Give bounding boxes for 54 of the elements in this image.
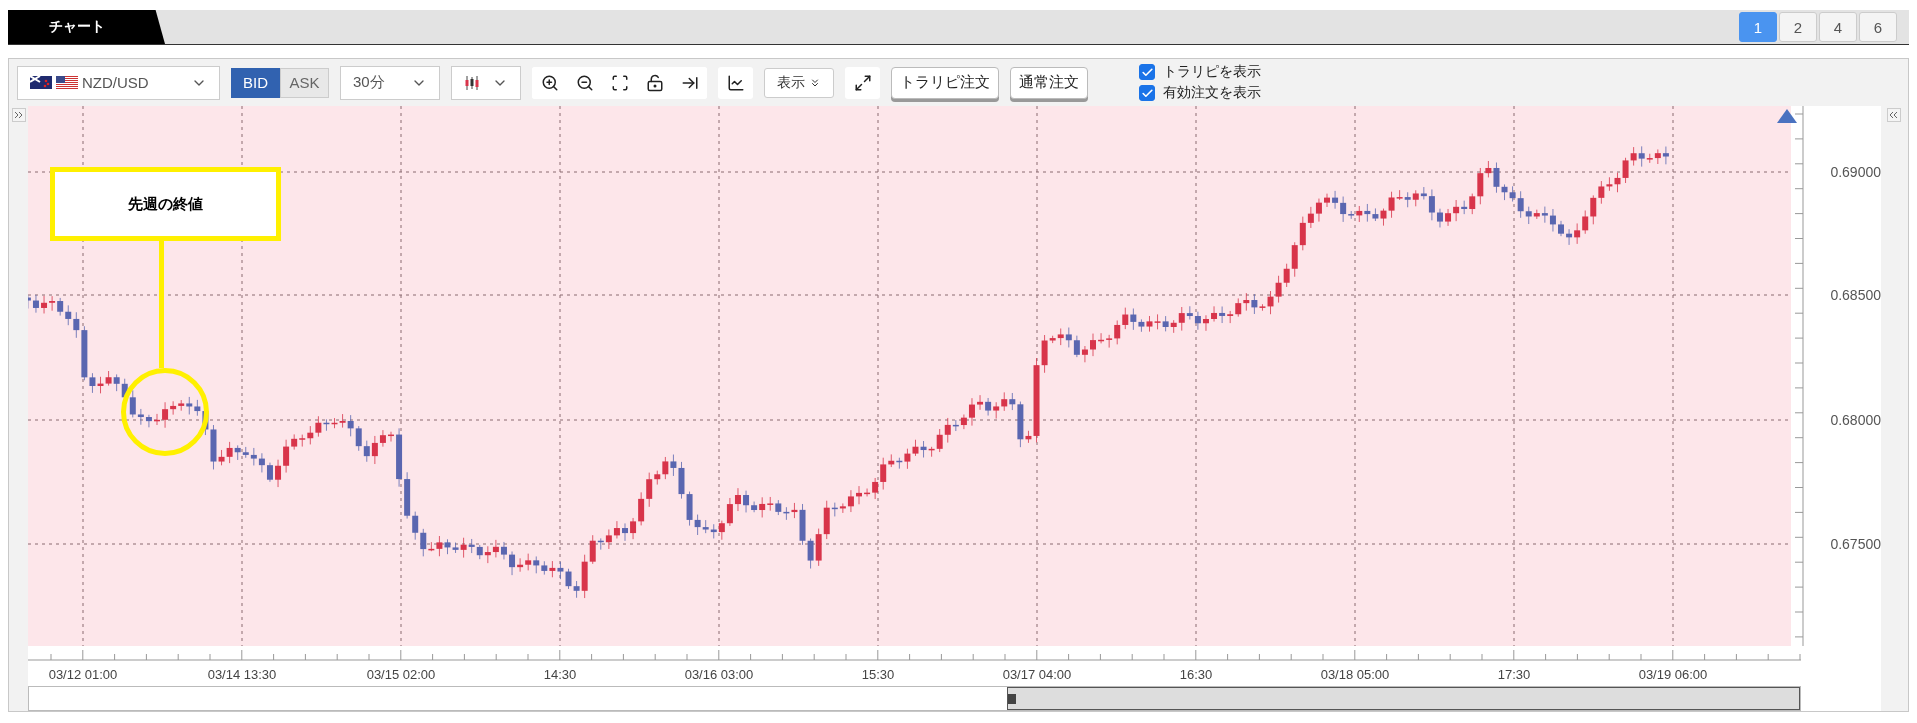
order-button[interactable]: トラリピ注文 bbox=[891, 66, 999, 99]
chart-type-select[interactable] bbox=[451, 65, 521, 100]
x-axis-label: 03/18 05:00 bbox=[1320, 667, 1390, 682]
expand-left-button[interactable] bbox=[11, 108, 26, 122]
navigator-window[interactable] bbox=[1007, 687, 1800, 710]
expand-icon bbox=[853, 73, 872, 92]
order-button[interactable]: 通常注文 bbox=[1010, 66, 1088, 99]
x-axis-label: 03/19 06:00 bbox=[1638, 667, 1708, 682]
layout-button[interactable]: 4 bbox=[1819, 12, 1857, 42]
checkbox[interactable] bbox=[1139, 85, 1155, 101]
y-axis-label: 0.68500 bbox=[1830, 287, 1881, 303]
x-axis-label: 14:30 bbox=[543, 667, 577, 682]
y-axis-label: 0.67500 bbox=[1830, 536, 1881, 552]
x-axis-label: 03/17 04:00 bbox=[1002, 667, 1072, 682]
x-axis-label: 03/14 13:30 bbox=[207, 667, 277, 682]
symbol-label: NZD/USD bbox=[82, 74, 150, 91]
x-axis-label: 03/12 01:00 bbox=[48, 667, 118, 682]
interval-select[interactable]: 30分 bbox=[340, 65, 440, 100]
line-chart-icon bbox=[726, 73, 745, 92]
x-axis-label: 16:30 bbox=[1179, 667, 1213, 682]
x-axis-label: 03/15 02:00 bbox=[366, 667, 436, 682]
indicator-button[interactable] bbox=[718, 66, 753, 99]
chart-tab[interactable]: チャート bbox=[8, 10, 165, 44]
price-side-toggle[interactable]: BID bbox=[231, 67, 280, 98]
unlock-icon bbox=[645, 73, 664, 92]
candlestick-icon bbox=[464, 74, 480, 91]
triangle-icon bbox=[1777, 109, 1797, 123]
collapse-right-button[interactable] bbox=[1887, 108, 1901, 122]
layout-button[interactable]: 6 bbox=[1859, 12, 1897, 42]
display-button[interactable]: 表示 bbox=[764, 67, 834, 98]
double-chevron-right-icon bbox=[13, 111, 24, 119]
expand-button[interactable] bbox=[845, 66, 880, 99]
double-chevron-left-icon bbox=[1889, 111, 1899, 119]
x-axis-label: 15:30 bbox=[861, 667, 895, 682]
checkbox-label: トラリピを表示 bbox=[1163, 63, 1261, 81]
flag-icon bbox=[56, 76, 78, 89]
double-chevron-icon bbox=[809, 76, 821, 89]
y-axis-label: 0.68000 bbox=[1830, 412, 1881, 428]
corners-icon bbox=[610, 73, 629, 92]
zoom-out-icon bbox=[575, 73, 594, 92]
checkbox-label: 有効注文を表示 bbox=[1163, 84, 1261, 102]
navigator-handle[interactable] bbox=[1008, 694, 1016, 704]
x-axis-label: 17:30 bbox=[1497, 667, 1531, 682]
navigator-bar[interactable] bbox=[28, 686, 1801, 711]
y-axis-label: 0.69000 bbox=[1830, 164, 1881, 180]
interval-label: 30分 bbox=[353, 73, 385, 92]
checkbox[interactable] bbox=[1139, 64, 1155, 80]
callout-label: 先週の終値 bbox=[50, 167, 281, 241]
zoom-in-icon bbox=[540, 73, 559, 92]
x-axis-label: 03/16 03:00 bbox=[684, 667, 754, 682]
flag-icon bbox=[30, 76, 52, 89]
symbol-select[interactable]: NZD/USD bbox=[17, 65, 220, 100]
price-side-toggle[interactable]: ASK bbox=[280, 67, 329, 98]
layout-button[interactable]: 2 bbox=[1779, 12, 1817, 42]
